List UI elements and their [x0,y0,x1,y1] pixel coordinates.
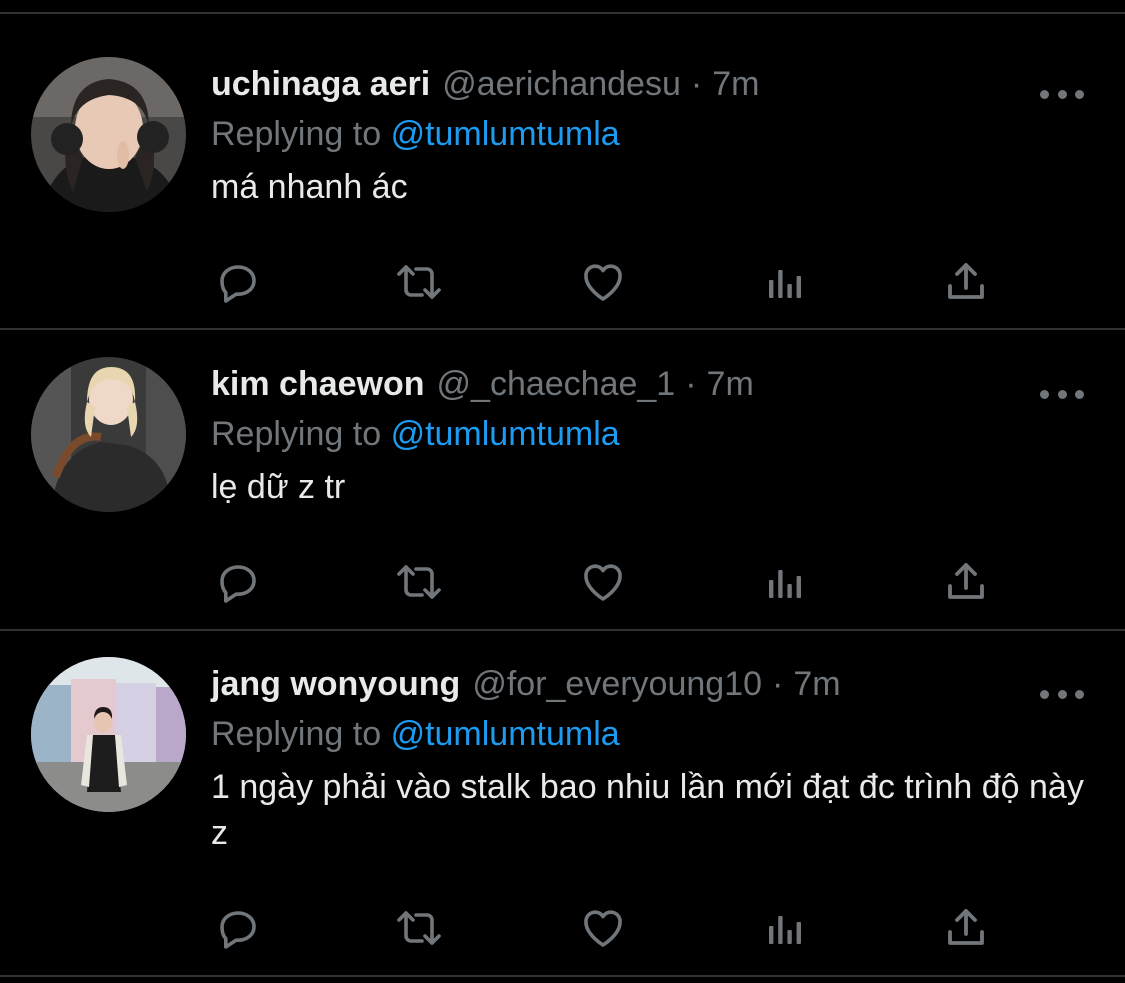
replying-to-mention[interactable]: @tumlumtumla [391,415,620,453]
display-name[interactable]: jang wonyoung [211,665,460,703]
timestamp[interactable]: 7m [712,65,759,103]
replying-to-label: Replying to [211,715,382,753]
action-bar [0,254,1125,310]
share-icon[interactable] [938,554,994,610]
tweet-item[interactable]: uchinaga aeri @aerichandesu · 7m Replying t… [0,14,1125,314]
like-icon[interactable] [575,554,631,610]
user-handle[interactable]: @for_everyoung10 [472,665,762,703]
separator-dot: · [685,365,697,403]
tweet-item[interactable]: jang wonyoung @for_everyoung10 · 7m Replyin… [0,614,1125,974]
replying-to-line: Replying to @tumlumtumla [211,712,620,756]
replying-to-mention[interactable]: @tumlumtumla [391,715,620,753]
like-icon[interactable] [575,900,631,956]
user-handle[interactable]: @aerichandesu [442,65,681,103]
more-options-icon[interactable] [1040,82,1084,106]
display-name[interactable]: uchinaga aeri [211,65,430,103]
display-name[interactable]: kim chaewon [211,365,425,403]
action-bar [0,554,1125,610]
avatar[interactable] [31,57,186,212]
analytics-icon[interactable] [757,254,813,310]
analytics-icon[interactable] [757,900,813,956]
bottom-divider [0,975,1125,977]
tweet-text: má nhanh ác [211,168,408,206]
user-handle[interactable]: @_chaechae_1 [437,365,676,403]
reply-icon[interactable] [210,900,266,956]
share-icon[interactable] [938,254,994,310]
tweet-text: 1 ngày phải vào stalk bao nhiu lần mới đ… [211,768,1084,852]
retweet-icon[interactable] [391,554,447,610]
like-icon[interactable] [575,254,631,310]
replying-to-line: Replying to @tumlumtumla [211,112,620,156]
avatar[interactable] [31,657,186,812]
timestamp[interactable]: 7m [707,365,754,403]
separator-dot: · [690,65,703,103]
share-icon[interactable] [938,900,994,956]
tweet-item[interactable]: kim chaewon @_chaechae_1 · 7m Replying to @… [0,314,1125,614]
timestamp[interactable]: 7m [793,665,840,703]
retweet-icon[interactable] [391,254,447,310]
replying-to-line: Replying to @tumlumtumla [211,412,620,456]
avatar[interactable] [31,357,186,512]
analytics-icon[interactable] [757,554,813,610]
reply-icon[interactable] [210,254,266,310]
reply-icon[interactable] [210,554,266,610]
tweet-text: lẹ dữ z tr [211,468,346,506]
tweet-header: uchinaga aeri @aerichandesu · 7m [211,62,759,106]
more-options-icon[interactable] [1040,382,1084,406]
tweet-header: jang wonyoung @for_everyoung10 · 7m [211,662,841,706]
replying-to-mention[interactable]: @tumlumtumla [391,115,620,153]
more-options-icon[interactable] [1040,682,1084,706]
replying-to-label: Replying to [211,115,382,153]
action-bar [0,900,1125,956]
separator-dot: · [772,665,784,703]
retweet-icon[interactable] [391,900,447,956]
replying-to-label: Replying to [211,415,382,453]
tweet-header: kim chaewon @_chaechae_1 · 7m [211,362,754,406]
